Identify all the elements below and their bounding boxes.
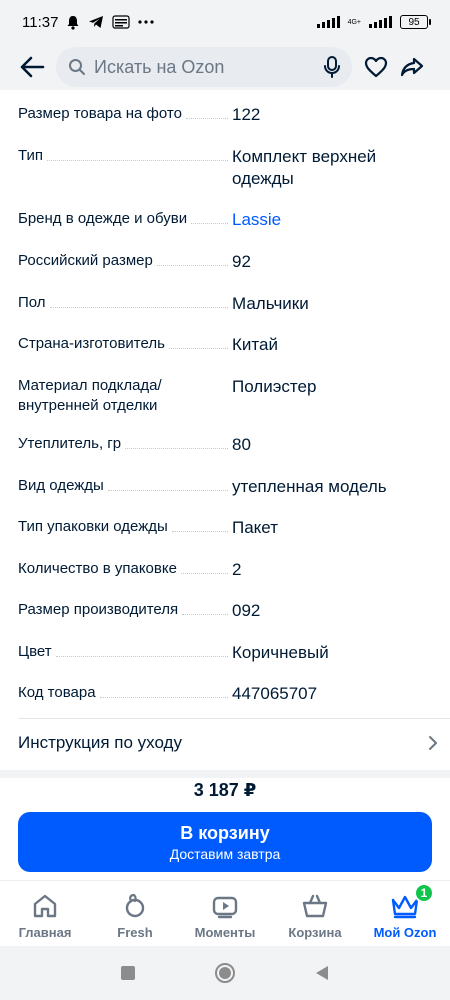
spec-key: Российский размер	[18, 252, 153, 269]
nav-label: Fresh	[117, 925, 153, 940]
battery-level: 95	[408, 16, 420, 28]
spec-value: Комплект верхней одежды	[232, 147, 377, 188]
arrow-left-icon	[20, 56, 45, 78]
spec-key: Материал подклада/ внутренней отделки	[18, 377, 162, 414]
search-placeholder: Искать на Ozon	[94, 56, 225, 77]
notification-badge: 1	[414, 883, 434, 903]
spec-key: Вид одежды	[18, 477, 104, 494]
spec-key: Тип упаковки одежды	[18, 518, 168, 535]
more-dots-icon	[138, 20, 155, 24]
price: 3 187 ₽	[193, 780, 257, 800]
add-to-cart-button[interactable]: В корзину Доставим завтра	[18, 812, 432, 872]
telegram-icon	[88, 15, 104, 29]
search-icon	[69, 59, 85, 75]
spec-row: Вид одежды утепленная модель	[18, 476, 438, 498]
spec-row: Российский размер 92	[18, 251, 438, 273]
spec-row: Тип упаковки одежды Пакет	[18, 517, 438, 539]
battery-icon: 95	[400, 15, 431, 29]
fresh-icon	[121, 891, 149, 921]
spec-value: 92	[232, 252, 251, 271]
cart-icon	[301, 891, 329, 921]
spec-row: Цвет Коричневый	[18, 642, 438, 664]
detmir-app-icon	[112, 15, 131, 29]
spec-value: Коричневый	[232, 643, 329, 662]
spec-row: Материал подклада/ внутренней отделки По…	[18, 376, 438, 416]
system-nav-bar	[0, 946, 450, 1000]
spec-value: 447065707	[232, 684, 318, 703]
spec-value: 2	[232, 560, 242, 579]
spec-key: Цвет	[18, 643, 52, 660]
spec-key: Код товара	[18, 684, 96, 701]
home-system-button[interactable]	[214, 962, 236, 984]
delivery-label: Доставим завтра	[169, 845, 281, 862]
home-icon	[31, 891, 59, 921]
nav-label: Главная	[18, 925, 72, 940]
spec-value: 122	[232, 105, 261, 124]
spec-value: 092	[232, 601, 261, 620]
spec-row: Размер товара на фото 122	[18, 104, 438, 126]
spec-row: Бренд в одежде и обуви Lassie	[18, 209, 438, 231]
spec-row: Пол Мальчики	[18, 293, 438, 315]
section-separator	[0, 770, 450, 778]
spec-key: Пол	[18, 294, 46, 311]
care-instructions-label: Инструкция по уходу	[18, 733, 182, 752]
back-button[interactable]	[14, 49, 50, 85]
signal-icon	[316, 16, 340, 28]
nav-label: Моменты	[194, 925, 256, 940]
nav-item-moments[interactable]: Моменты	[180, 881, 270, 946]
share-button[interactable]	[394, 49, 430, 85]
favorite-button[interactable]	[358, 49, 394, 85]
nav-item-home[interactable]: Главная	[0, 881, 90, 946]
spec-row: Тип Комплект верхней одежды	[18, 146, 438, 190]
spec-row: Утеплитель, гр 80	[18, 434, 438, 456]
brand-link[interactable]: Lassie	[232, 209, 432, 231]
spec-value: 80	[232, 435, 251, 454]
spec-key: Утеплитель, гр	[18, 435, 122, 452]
spec-row: Код товара 447065707	[18, 683, 438, 705]
spec-value: Мальчики	[232, 294, 309, 313]
nav-label: Мой Ozon	[373, 925, 437, 940]
moments-icon	[211, 891, 239, 921]
nav-item-cart[interactable]: Корзина	[270, 881, 360, 946]
spec-value: Пакет	[232, 518, 278, 537]
microphone-icon[interactable]	[324, 56, 340, 78]
spec-row: Страна-изготовитель Китай	[18, 334, 438, 356]
chevron-right-icon	[429, 736, 437, 750]
spec-value: Китай	[232, 335, 278, 354]
spec-row: Количество в упаковке 2	[18, 559, 438, 581]
spec-key: Бренд в одежде и обуви	[18, 210, 188, 227]
spec-value: Полиэстер	[232, 377, 317, 396]
status-bar: 11:37 4G+ 95	[0, 0, 450, 44]
recent-apps-button[interactable]	[120, 965, 136, 981]
back-system-button[interactable]	[314, 965, 330, 981]
signal-icon-2	[369, 16, 392, 28]
spec-key: Размер производителя	[18, 601, 179, 618]
heart-icon	[364, 56, 388, 78]
spec-key: Тип	[18, 147, 44, 164]
nav-label: Корзина	[288, 925, 342, 940]
network-label: 4G+	[347, 18, 361, 26]
spec-key: Количество в упаковке	[18, 560, 177, 577]
notification-bell-icon	[66, 15, 80, 30]
share-icon	[400, 57, 424, 77]
app-header: Искать на Ozon	[0, 44, 450, 90]
spec-key: Размер товара на фото	[18, 105, 182, 122]
spec-key: Страна-изготовитель	[18, 335, 165, 352]
care-instructions-row[interactable]: Инструкция по уходу	[18, 722, 438, 764]
spec-row: Размер производителя 092	[18, 600, 438, 622]
spec-value: утепленная модель	[232, 477, 387, 496]
bottom-nav: Главная Fresh Моменты Корзина 1 Мой Ozon	[0, 880, 450, 946]
add-to-cart-label: В корзину	[180, 822, 270, 843]
divider	[18, 718, 450, 719]
status-time: 11:37	[22, 13, 59, 31]
search-input[interactable]: Искать на Ozon	[56, 47, 352, 87]
nav-item-my-ozon[interactable]: 1 Мой Ozon	[360, 881, 450, 946]
nav-item-fresh[interactable]: Fresh	[90, 881, 180, 946]
